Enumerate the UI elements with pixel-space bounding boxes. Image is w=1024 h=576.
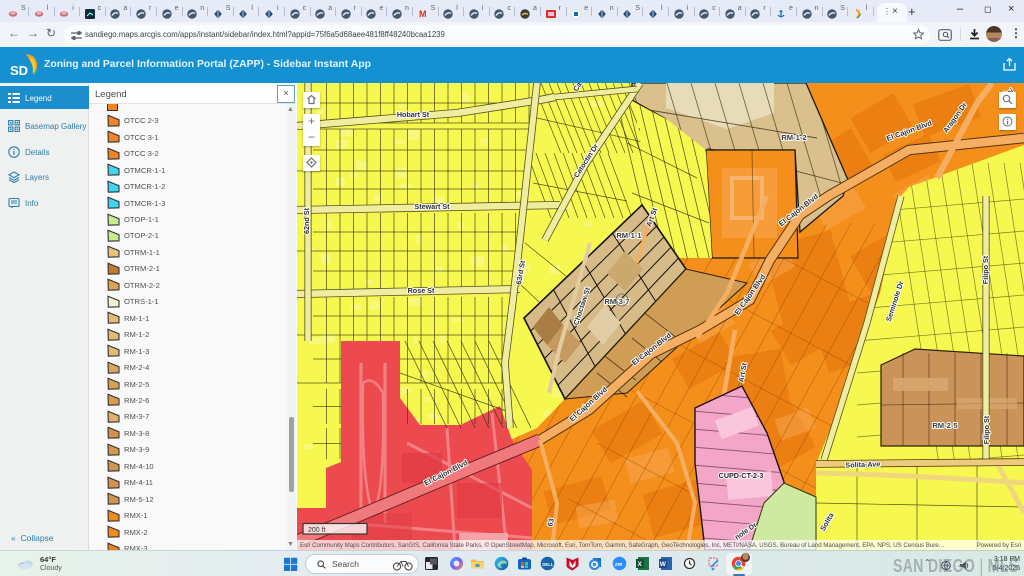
svg-text:Solita-Ave: Solita-Ave (845, 459, 880, 469)
svg-text:CUPD-CT-2-3: CUPD-CT-2-3 (719, 471, 764, 480)
svg-text:RM-2-5: RM-2-5 (932, 421, 958, 430)
svg-text:zm: zm (615, 561, 623, 567)
svg-text:62nd St: 62nd St (302, 207, 311, 234)
svg-text:W: W (660, 561, 667, 568)
svg-text:RM-1-1: RM-1-1 (616, 231, 642, 240)
svg-text:RM-1-2: RM-1-2 (781, 133, 806, 142)
svg-text:Filipo St: Filipo St (981, 255, 990, 284)
svg-text:X: X (638, 561, 643, 568)
svg-text:Filipo St: Filipo St (982, 415, 991, 444)
svg-text:SD: SD (10, 63, 28, 78)
svg-text:M: M (419, 9, 427, 19)
svg-text:Rose St: Rose St (408, 286, 435, 295)
svg-text:Stewart St: Stewart St (414, 202, 450, 211)
svg-text:200 ft: 200 ft (308, 527, 326, 534)
svg-text:Hobart St: Hobart St (397, 110, 430, 119)
svg-text:DELL: DELL (542, 561, 553, 566)
